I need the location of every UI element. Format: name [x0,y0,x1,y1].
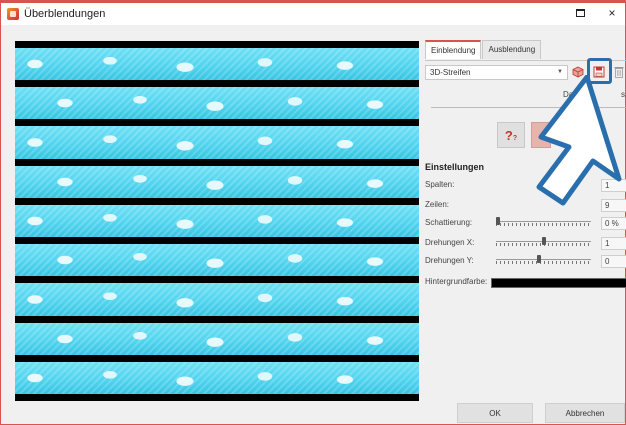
maximize-button[interactable] [573,6,587,20]
preview-stripe [15,361,419,394]
preview-gap [15,394,419,401]
preview-stripe [15,244,419,277]
drehungen-x-label: Drehungen X: [425,238,475,247]
preview-gap [15,197,419,205]
transition-tabs: Einblendung Ausblendung [425,40,542,59]
drehungen-x-thumb[interactable] [542,237,546,245]
preview-gap [15,276,419,284]
preview-gap [15,354,419,362]
close-icon: × [608,6,616,20]
settings-title: Einstellungen [425,162,485,172]
preview-stripe [15,322,419,355]
drehungen-y-thumb[interactable] [537,255,541,263]
tab-einblendung[interactable]: Einblendung [425,40,482,59]
preview-stripe [15,126,419,159]
preview-gap [15,158,419,166]
preview-stripe [15,165,419,198]
preview-gap [15,237,419,245]
schattierung-label: Schattierung: [425,218,473,227]
preview-gap [15,315,419,323]
pointer-arrow-icon [536,75,622,206]
schattierung-field[interactable]: 0 % [601,217,626,230]
help-icon: ? [504,127,513,143]
tab-ausblendung[interactable]: Ausblendung [482,40,542,59]
transition-preview [15,41,419,401]
hintergrundfarbe-swatch[interactable] [491,278,626,288]
drehungen-y-label: Drehungen Y: [425,256,474,265]
preview-stripe [15,48,419,81]
ok-button[interactable]: OK [457,403,533,423]
app-icon [7,8,19,20]
preview-stripe [15,87,419,120]
zeilen-label: Zeilen: [425,200,450,209]
drehungen-x-slider[interactable] [496,237,591,247]
preview-gap [15,80,419,88]
hintergrundfarbe-label: Hintergrundfarbe: [425,277,488,286]
title-bar: Überblendungen × [1,3,625,25]
drehungen-x-field[interactable]: 1 [601,237,626,250]
preview-gap [15,119,419,127]
preview-stripe [15,283,419,316]
transitions-window: Überblendungen × Einblendung Ausblendung… [0,0,626,425]
drehungen-y-slider[interactable] [496,255,591,265]
spalten-label: Spalten: [425,180,455,189]
preview-stripe [15,204,419,238]
schattierung-thumb[interactable] [496,217,500,225]
preview-gap [15,41,419,48]
schattierung-slider[interactable] [496,217,591,227]
cancel-button[interactable]: Abbrechen [545,403,625,423]
close-button[interactable]: × [605,6,619,20]
transition-select-value: 3D-Streifen [430,68,471,77]
maximize-icon [575,9,585,17]
window-title: Überblendungen [24,8,106,20]
drehungen-y-field[interactable]: 0 [601,255,626,268]
